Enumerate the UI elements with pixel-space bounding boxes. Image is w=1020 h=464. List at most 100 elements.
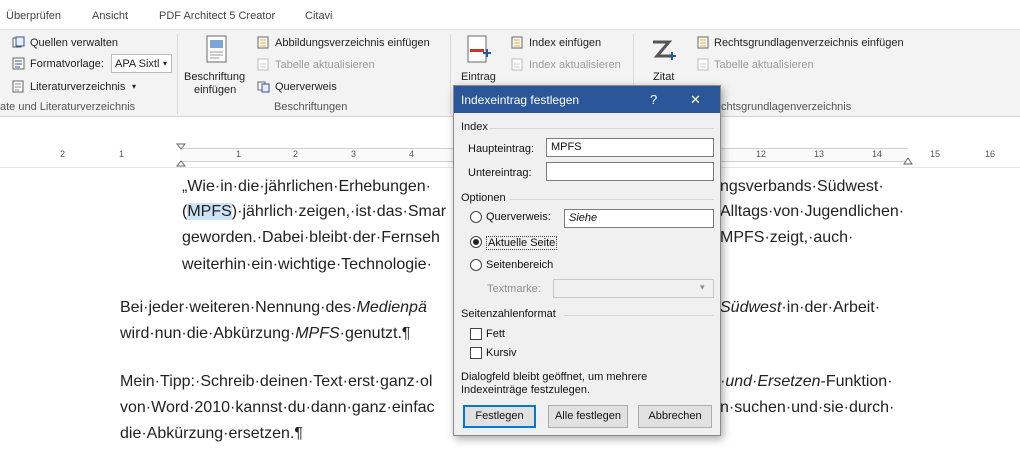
bold-checkbox[interactable] bbox=[470, 328, 482, 340]
section-divider bbox=[564, 315, 714, 316]
ruler-number: 16 bbox=[985, 149, 996, 159]
update-index-button[interactable]: Index aktualisieren bbox=[529, 58, 621, 72]
update-authorities-button[interactable]: Tabelle aktualisieren bbox=[714, 58, 814, 72]
style-icon bbox=[12, 57, 25, 70]
cross-reference-button[interactable]: Querverweis bbox=[275, 80, 337, 94]
insert-index-button[interactable]: Index einfügen bbox=[529, 36, 601, 50]
ruler-number: 12 bbox=[756, 149, 767, 159]
manage-sources-button[interactable]: Quellen verwalten bbox=[30, 36, 118, 50]
style-label: Formatvorlage: bbox=[30, 58, 104, 70]
tab-citavi[interactable]: Citavi bbox=[305, 10, 333, 22]
indent-marker-icon[interactable] bbox=[176, 142, 186, 168]
chevron-down-icon: ▾ bbox=[132, 82, 137, 91]
italic-label[interactable]: Kursiv bbox=[486, 347, 517, 359]
manage-sources-icon bbox=[12, 36, 25, 48]
page-range-radio[interactable] bbox=[470, 259, 482, 271]
current-page-radio[interactable] bbox=[470, 236, 482, 248]
chevron-down-icon: ▾ bbox=[163, 59, 168, 68]
options-section-label: Optionen bbox=[461, 192, 506, 204]
group-separator bbox=[450, 34, 451, 114]
update-index-icon bbox=[511, 58, 523, 71]
table-of-figures-icon bbox=[257, 36, 269, 49]
insert-table-of-authorities-button[interactable]: Rechtsgrundlagenverzeichnis einfügen bbox=[714, 36, 904, 50]
update-authorities-icon bbox=[697, 58, 709, 71]
authorities-group-label: chtsgrundlagenverzeichnis bbox=[721, 101, 852, 113]
main-entry-input[interactable]: MPFS bbox=[546, 138, 714, 157]
bookmark-select[interactable]: ▾ bbox=[553, 279, 714, 298]
ruler-number: 2 bbox=[60, 149, 66, 159]
paragraph-3-line-1: Mein·Tipp:·Schreib·deinen·Text·erst·ganz… bbox=[120, 373, 433, 390]
tab-view[interactable]: Ansicht bbox=[92, 10, 128, 22]
update-table-icon bbox=[257, 58, 269, 71]
paragraph-2-line-1: Bei·jeder·weiteren·Nennung·des·Medienpä bbox=[120, 299, 427, 316]
style-select-value: APA Sixtl bbox=[115, 58, 160, 70]
index-section-label: Index bbox=[461, 121, 488, 133]
quote-line-3-tail: MPFS·zeigt,·auch· bbox=[720, 229, 854, 246]
ruler-number: 15 bbox=[930, 149, 941, 159]
insert-caption-label-2[interactable]: einfügen bbox=[194, 83, 236, 97]
info-text-line-1: Dialogfeld bleibt geöffnet, um mehrere bbox=[461, 371, 648, 383]
tab-review[interactable]: Überprüfen bbox=[6, 10, 61, 22]
info-text-line-2: Indexeinträge festzulegen. bbox=[461, 384, 591, 396]
paragraph-3-line-3: die·Abkürzung·ersetzen.¶ bbox=[120, 425, 303, 442]
italic-checkbox[interactable] bbox=[470, 347, 482, 359]
insert-table-of-figures-button[interactable]: Abbildungsverzeichnis einfügen bbox=[275, 36, 430, 50]
section-divider bbox=[510, 199, 714, 200]
authorities-icon bbox=[697, 36, 709, 49]
mark-index-entry-dialog: Indexeintrag festlegen ? ✕ Index Hauptei… bbox=[453, 85, 721, 436]
bold-label[interactable]: Fett bbox=[486, 328, 505, 340]
quote-line-2: (MPFS)·jährlich·zeigen,·ist·das·Smar bbox=[182, 203, 447, 220]
quote-line-1-tail: ngsverbands·Südwest· bbox=[720, 178, 884, 195]
sub-entry-label: Untereintrag: bbox=[468, 167, 532, 179]
bibliography-icon bbox=[12, 80, 24, 93]
quote-line-4: weiterhin·ein·wichtige·Technologie· bbox=[182, 256, 432, 273]
insert-caption-label-1[interactable]: Beschriftung bbox=[184, 70, 245, 84]
mark-button[interactable]: Festlegen bbox=[463, 405, 536, 428]
ribbon-tabs: Überprüfen Ansicht PDF Architect 5 Creat… bbox=[0, 0, 1020, 29]
ruler-number: 1 bbox=[236, 149, 242, 159]
page-range-label[interactable]: Seitenbereich bbox=[486, 259, 553, 271]
update-table-button[interactable]: Tabelle aktualisieren bbox=[275, 58, 375, 72]
paragraph-2-line-2: wird·nun·die·Abkürzung·MPFS·genutzt.¶ bbox=[120, 325, 411, 342]
section-divider bbox=[490, 128, 714, 129]
citations-group-label: ate und Literaturverzeichnis bbox=[0, 101, 136, 113]
ruler-number: 3 bbox=[351, 149, 357, 159]
bibliography-button[interactable]: Literaturverzeichnis bbox=[30, 80, 125, 94]
right-indent-marker-icon[interactable] bbox=[903, 153, 913, 165]
paragraph-2-line-1-tail: Südwest·in·der·Arbeit· bbox=[720, 299, 881, 316]
page-number-format-label: Seitenzahlenformat bbox=[461, 308, 556, 320]
chevron-down-icon: ▾ bbox=[700, 282, 705, 292]
mark-all-button[interactable]: Alle festlegen bbox=[548, 405, 628, 428]
current-page-label[interactable]: Aktuelle Seite bbox=[486, 236, 558, 250]
cross-reference-input[interactable]: Siehe bbox=[564, 209, 714, 228]
ruler-number: 14 bbox=[872, 149, 883, 159]
dialog-title: Indexeintrag festlegen bbox=[461, 93, 580, 107]
cross-reference-radio[interactable] bbox=[470, 211, 482, 223]
paragraph-3-line-2: von·Word·2010·kannst·du·dann·ganz·einfac bbox=[120, 399, 435, 416]
quote-line-1: „Wie·in·die·jährlichen·Erhebungen· bbox=[182, 178, 431, 195]
ruler-number: 2 bbox=[293, 149, 299, 159]
bookmark-label: Textmarke: bbox=[487, 283, 541, 295]
mark-entry-button[interactable]: Eintrag bbox=[461, 70, 496, 84]
tab-pdf-architect[interactable]: PDF Architect 5 Creator bbox=[159, 10, 275, 22]
dialog-title-bar[interactable]: Indexeintrag festlegen ? ✕ bbox=[454, 86, 720, 113]
ruler-number: 13 bbox=[814, 149, 825, 159]
main-entry-label: Haupteintrag: bbox=[468, 143, 535, 155]
close-icon[interactable]: ✕ bbox=[690, 92, 701, 108]
style-select[interactable]: APA Sixtl ▾ bbox=[111, 54, 172, 73]
group-separator bbox=[177, 34, 178, 114]
paragraph-3-line-1-tail: ·und·Ersetzen-Funktion· bbox=[720, 373, 893, 390]
help-icon[interactable]: ? bbox=[650, 92, 657, 107]
mark-citation-button[interactable]: Zitat bbox=[653, 70, 674, 84]
captions-group-label: Beschriftungen bbox=[274, 101, 348, 113]
ruler-number: 4 bbox=[409, 149, 415, 159]
quote-line-2-tail: Alltags·von·Jugendlichen· bbox=[720, 203, 905, 220]
insert-caption-icon bbox=[206, 35, 227, 63]
quote-line-3: geworden.·Dabei·bleibt·der·Fernseh bbox=[182, 229, 440, 246]
cancel-button[interactable]: Abbrechen bbox=[638, 405, 712, 428]
highlighted-text[interactable]: MPFS bbox=[187, 203, 232, 220]
cross-reference-icon bbox=[257, 81, 270, 93]
insert-index-icon bbox=[511, 36, 523, 49]
sub-entry-input[interactable] bbox=[546, 162, 714, 181]
cross-reference-label[interactable]: Querverweis: bbox=[486, 211, 551, 223]
